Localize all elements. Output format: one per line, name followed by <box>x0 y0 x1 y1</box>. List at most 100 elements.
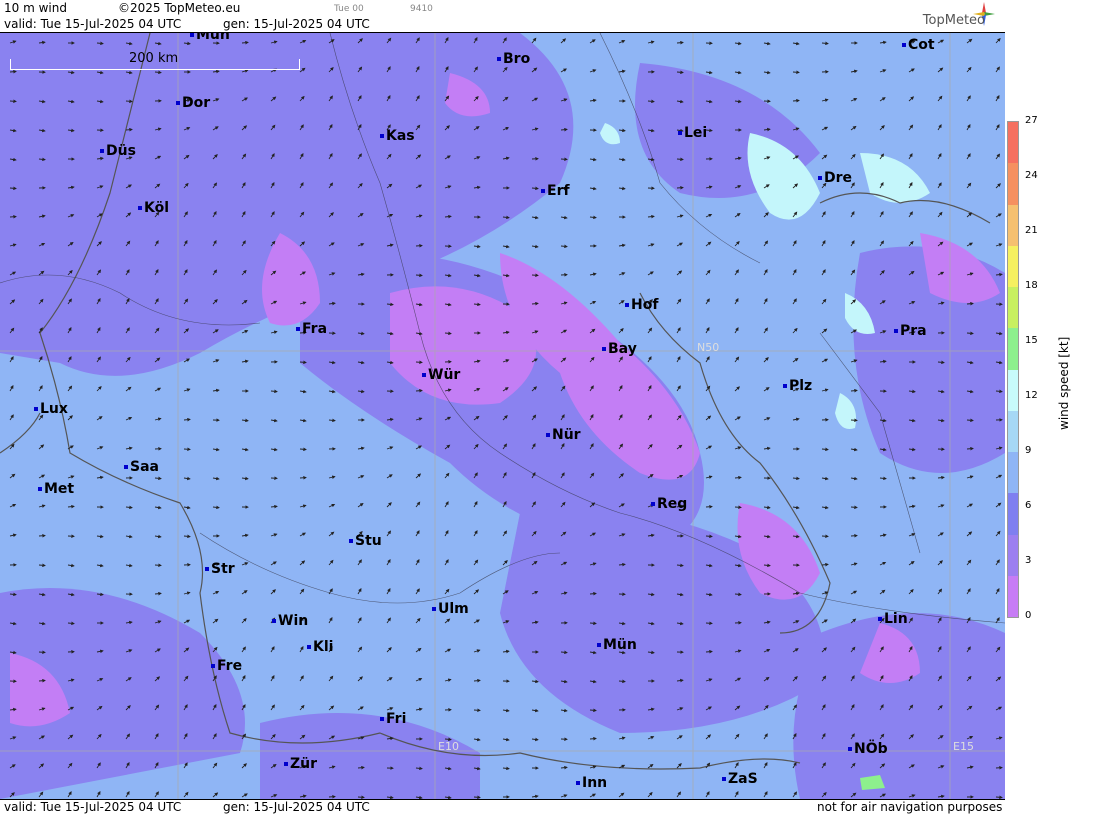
wind-speed-legend: 2724211815129630 wind speed [kt] <box>1005 0 1095 814</box>
grid-label-e10: E10 <box>438 740 459 753</box>
wind-map[interactable]: 200 km N50 E10 E15 MünBroCotDorKasLeiDüs… <box>0 33 1005 799</box>
wind-arrow <box>184 536 190 537</box>
city-name: Str <box>211 561 235 577</box>
city-marker <box>190 33 194 37</box>
wind-arrow <box>561 129 567 130</box>
city-label: Wür <box>422 367 460 383</box>
wind-arrow <box>10 72 16 73</box>
logo-text: TopMeteo <box>923 13 985 28</box>
city-label: Kas <box>380 128 415 144</box>
legend-tick: 3 <box>1025 555 1031 566</box>
legend-tick: 27 <box>1025 115 1038 126</box>
city-marker <box>576 781 580 785</box>
wind-arrow <box>474 797 480 798</box>
city-marker <box>541 189 545 193</box>
footer-gen: gen: 15-Jul-2025 04 UTC <box>223 800 370 814</box>
wind-arrow <box>300 449 306 450</box>
legend-color-step <box>1008 122 1018 163</box>
legend-tick: 18 <box>1025 280 1038 291</box>
copyright: ©2025 TopMeteo.eu <box>118 1 240 15</box>
wind-arrow <box>126 130 132 131</box>
city-name: Pra <box>900 323 927 339</box>
city-name: Cot <box>908 37 935 53</box>
footer-disclaimer: not for air navigation purposes <box>817 800 1002 814</box>
city-marker <box>848 747 852 751</box>
wind-arrow <box>474 680 480 681</box>
city-marker <box>422 373 426 377</box>
city-label: NÖb <box>848 741 888 757</box>
legend-color-step <box>1008 576 1018 617</box>
legend-tick: 9 <box>1025 445 1031 456</box>
wind-arrow <box>445 333 451 334</box>
legend-color-step <box>1008 328 1018 369</box>
city-label: Erf <box>541 183 570 199</box>
legend-color-step <box>1008 452 1018 493</box>
city-label: Fra <box>296 321 327 337</box>
wind-arrow <box>967 449 973 450</box>
city-name: Plz <box>789 378 812 394</box>
legend-color-step <box>1008 287 1018 328</box>
city-label: Lux <box>34 401 68 417</box>
city-label: Mün <box>597 637 637 653</box>
time-short: Tue 00 <box>334 4 364 14</box>
legend-color-step <box>1008 163 1018 204</box>
city-marker <box>380 134 384 138</box>
legend-color-step <box>1008 246 1018 287</box>
city-label: Lin <box>878 611 908 627</box>
city-name: Kas <box>386 128 415 144</box>
wind-arrow <box>735 477 741 478</box>
city-marker <box>678 131 682 135</box>
city-name: Met <box>44 481 74 497</box>
legend-color-step <box>1008 493 1018 534</box>
gen-time: gen: 15-Jul-2025 04 UTC <box>223 17 370 31</box>
legend-tick: 6 <box>1025 500 1031 511</box>
city-marker <box>432 607 436 611</box>
city-name: Mün <box>603 637 637 653</box>
city-marker <box>894 329 898 333</box>
wind-arrow <box>271 391 277 392</box>
city-marker <box>602 347 606 351</box>
wind-arrow <box>677 159 683 160</box>
city-name: Stu <box>355 533 382 549</box>
city-label: Düs <box>100 143 136 159</box>
wind-arrow <box>39 681 45 682</box>
scale-bar: 200 km <box>10 59 300 70</box>
city-label: Köl <box>138 200 169 216</box>
scale-bar-label: 200 km <box>129 51 178 66</box>
wind-arrow <box>706 536 712 537</box>
city-marker <box>349 539 353 543</box>
legend-color-step <box>1008 411 1018 452</box>
city-label: Hof <box>625 297 658 313</box>
city-name: Düs <box>106 143 136 159</box>
city-name: Lin <box>884 611 908 627</box>
city-marker <box>284 762 288 766</box>
city-marker <box>272 619 276 623</box>
city-marker <box>176 101 180 105</box>
grid-label-n50: N50 <box>697 341 719 354</box>
wind-arrow <box>706 652 712 653</box>
city-label: Mün <box>190 33 230 43</box>
wind-arrow <box>735 594 741 595</box>
city-name: Lei <box>684 125 707 141</box>
wind-arrow <box>416 275 422 276</box>
city-label: Pra <box>894 323 927 339</box>
legend-tick: 15 <box>1025 335 1038 346</box>
city-marker <box>124 465 128 469</box>
wind-arrow <box>532 188 538 189</box>
city-name: Bay <box>608 341 637 357</box>
city-name: Saa <box>130 459 159 475</box>
legend-color-step <box>1008 205 1018 246</box>
city-name: Dre <box>824 170 852 186</box>
city-label: Reg <box>651 496 687 512</box>
city-marker <box>34 407 38 411</box>
city-marker <box>878 617 882 621</box>
city-name: Wür <box>428 367 460 383</box>
field-title: 10 m wind <box>4 1 67 15</box>
wind-arrow <box>532 303 538 304</box>
city-name: Reg <box>657 496 687 512</box>
city-label: Bro <box>497 51 530 67</box>
wind-arrow <box>590 594 596 595</box>
wind-arrow <box>155 478 161 479</box>
city-name: Win <box>278 613 308 629</box>
wind-arrow <box>967 420 973 421</box>
